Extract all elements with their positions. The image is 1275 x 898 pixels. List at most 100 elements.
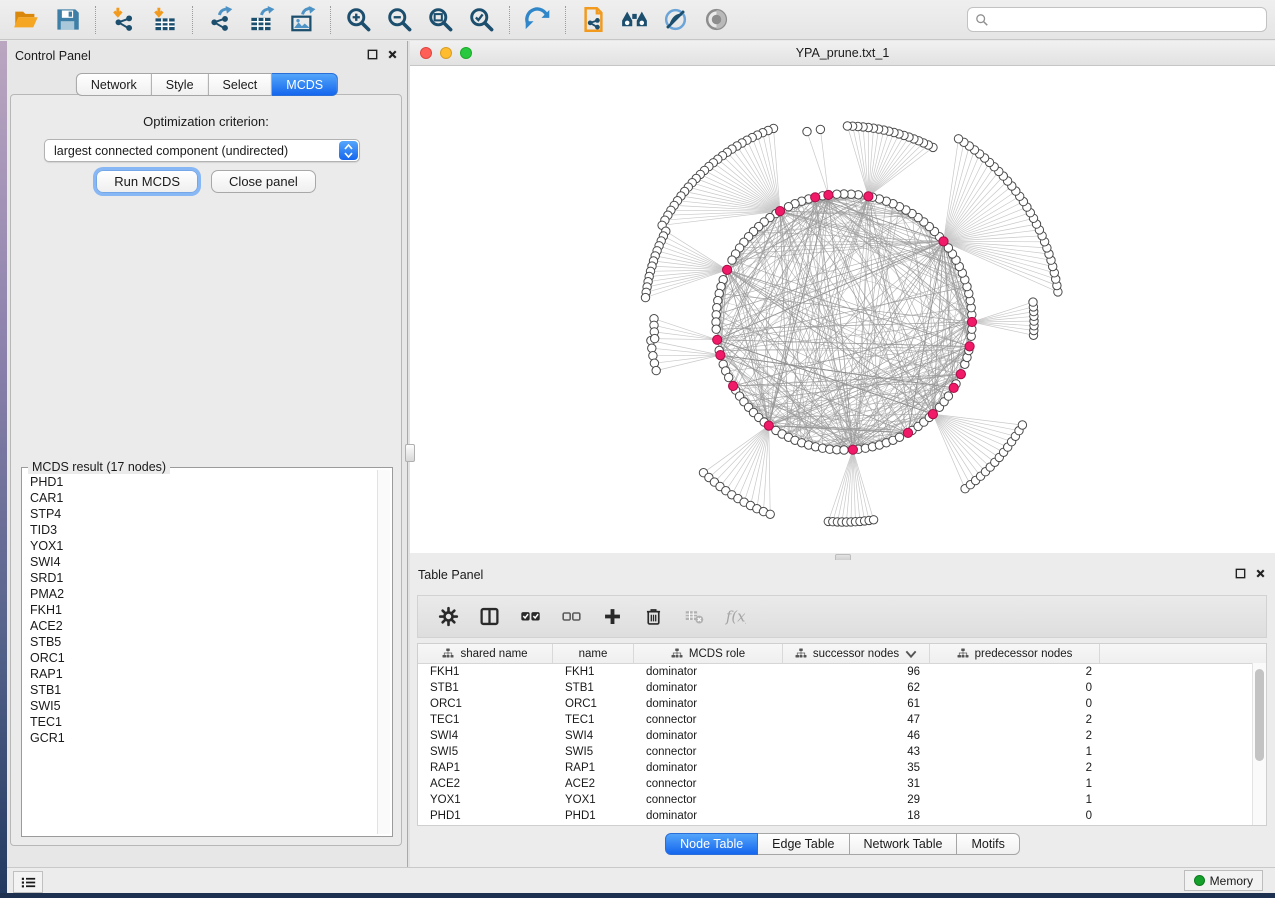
optimization-criterion-label: Optimization criterion: [11,114,401,129]
mcds-list-item[interactable]: STB1 [30,682,377,698]
close-table-panel-icon[interactable] [1254,567,1267,580]
mcds-list-item[interactable]: CAR1 [30,490,377,506]
horizontal-splitter[interactable] [410,553,1275,560]
table-scrollbar[interactable] [1252,663,1266,825]
zoom-in-button[interactable] [338,3,379,37]
mcds-list-item[interactable]: SWI5 [30,698,377,714]
mcds-list-item[interactable]: PHD1 [30,474,377,490]
search-box[interactable] [967,7,1267,32]
tab-style[interactable]: Style [152,73,209,96]
tab-motifs[interactable]: Motifs [957,833,1019,855]
mcds-result-list[interactable]: PHD1CAR1STP4TID3YOX1SWI4SRD1PMA2FKH1ACE2… [24,470,377,834]
export-table-button[interactable] [241,3,282,37]
network-canvas[interactable] [410,66,1275,553]
column-header-successor-nodes[interactable]: successor nodes [783,644,930,663]
maximize-window-icon[interactable] [460,47,472,59]
mcds-result-box: MCDS result (17 nodes) PHD1CAR1STP4TID3Y… [21,467,393,837]
network-from-selection-button[interactable] [573,3,614,37]
column-header-name[interactable]: name [553,644,634,663]
mcds-list-item[interactable]: STB5 [30,634,377,650]
mcds-list-item[interactable]: GCR1 [30,730,377,746]
tab-select[interactable]: Select [209,73,273,96]
delete-row-button[interactable] [641,605,665,629]
export-image-button[interactable] [282,3,323,37]
table-scrollbar-thumb[interactable] [1255,669,1264,761]
network-window-titlebar[interactable]: YPA_prune.txt_1 [410,41,1275,66]
float-table-panel-icon[interactable] [1234,567,1247,580]
table-row[interactable]: STB1STB1dominator620 [418,680,1266,696]
table-panel-tabs: Node TableEdge TableNetwork TableMotifs [410,833,1275,855]
mcds-list-item[interactable]: STP4 [30,506,377,522]
table-row[interactable]: SWI5SWI5connector431 [418,744,1266,760]
mcds-list-item[interactable]: FKH1 [30,602,377,618]
minimize-window-icon[interactable] [440,47,452,59]
tab-mcds[interactable]: MCDS [272,73,338,96]
run-mcds-button[interactable]: Run MCDS [96,170,198,193]
hierarchy-icon [671,648,683,660]
mcds-list-item[interactable]: ACE2 [30,618,377,634]
memory-button[interactable]: Memory [1184,870,1263,891]
column-header-predecessor-nodes[interactable]: predecessor nodes [930,644,1100,663]
close-window-icon[interactable] [420,47,432,59]
float-panel-icon[interactable] [366,48,379,61]
open-file-button[interactable] [6,3,47,37]
select-all-icon [520,606,541,627]
import-table-icon [151,6,178,33]
tab-edge-table[interactable]: Edge Table [758,833,849,855]
import-network-button[interactable] [103,3,144,37]
column-header-shared-name[interactable]: shared name [418,644,553,663]
find-button[interactable] [614,3,655,37]
column-label: successor nodes [813,648,899,660]
zoom-out-button[interactable] [379,3,420,37]
import-table-button[interactable] [144,3,185,37]
table-row[interactable]: FKH1FKH1dominator962 [418,664,1266,680]
select-all-button[interactable] [518,605,542,629]
zoom-selected-button[interactable] [461,3,502,37]
mcds-list-item[interactable]: ORC1 [30,650,377,666]
vertical-splitter-handle[interactable] [405,444,415,462]
column-header-MCDS-role[interactable]: MCDS role [634,644,783,663]
cell-MCDS-role: dominator [634,698,783,710]
export-network-button[interactable] [200,3,241,37]
cell-successor-nodes: 62 [783,682,930,694]
tab-network-table[interactable]: Network Table [850,833,958,855]
search-input[interactable] [989,9,1266,31]
table-row[interactable]: ACE2ACE2connector311 [418,776,1266,792]
toolbar-separator [509,6,510,34]
add-row-button[interactable] [600,605,624,629]
save-session-button[interactable] [47,3,88,37]
table-row[interactable]: PHD1PHD1dominator180 [418,808,1266,824]
split-panel-button[interactable] [477,605,501,629]
table-row[interactable]: TEC1TEC1connector472 [418,712,1266,728]
mcds-list-item[interactable]: TEC1 [30,714,377,730]
table-row[interactable]: ORC1ORC1dominator610 [418,696,1266,712]
table-row[interactable]: YOX1YOX1connector291 [418,792,1266,808]
deselect-all-button[interactable] [559,605,583,629]
table-row[interactable]: SWI4SWI4dominator462 [418,728,1266,744]
cell-successor-nodes: 96 [783,666,930,678]
mcds-list-item[interactable]: SWI4 [30,554,377,570]
cell-MCDS-role: connector [634,794,783,806]
close-panel-button[interactable]: Close panel [211,170,316,193]
mcds-list-item[interactable]: SRD1 [30,570,377,586]
mcds-list-scrollbar[interactable] [377,470,390,834]
tab-network[interactable]: Network [76,73,152,96]
apply-layout-button[interactable] [517,3,558,37]
criterion-select[interactable]: largest connected component (undirected) [44,139,360,162]
close-panel-icon[interactable] [386,48,399,61]
task-history-button[interactable] [13,871,43,893]
mcds-list-item[interactable]: RAP1 [30,666,377,682]
cell-shared-name: PHD1 [418,810,553,822]
tab-node-table[interactable]: Node Table [665,833,758,855]
mcds-list-item[interactable]: YOX1 [30,538,377,554]
table-row[interactable]: RAP1RAP1dominator352 [418,760,1266,776]
mcds-list-item[interactable]: TID3 [30,522,377,538]
table-header-row: shared namenameMCDS role successor nodes p… [418,644,1266,664]
network-graph[interactable] [410,66,1275,553]
first-neighbors-button[interactable] [655,3,696,37]
mcds-list-item[interactable]: PMA2 [30,586,377,602]
toggle-view-button[interactable] [696,3,737,37]
table-settings-button[interactable] [436,605,460,629]
zoom-fit-button[interactable] [420,3,461,37]
table-panel-title: Table Panel [418,568,483,582]
